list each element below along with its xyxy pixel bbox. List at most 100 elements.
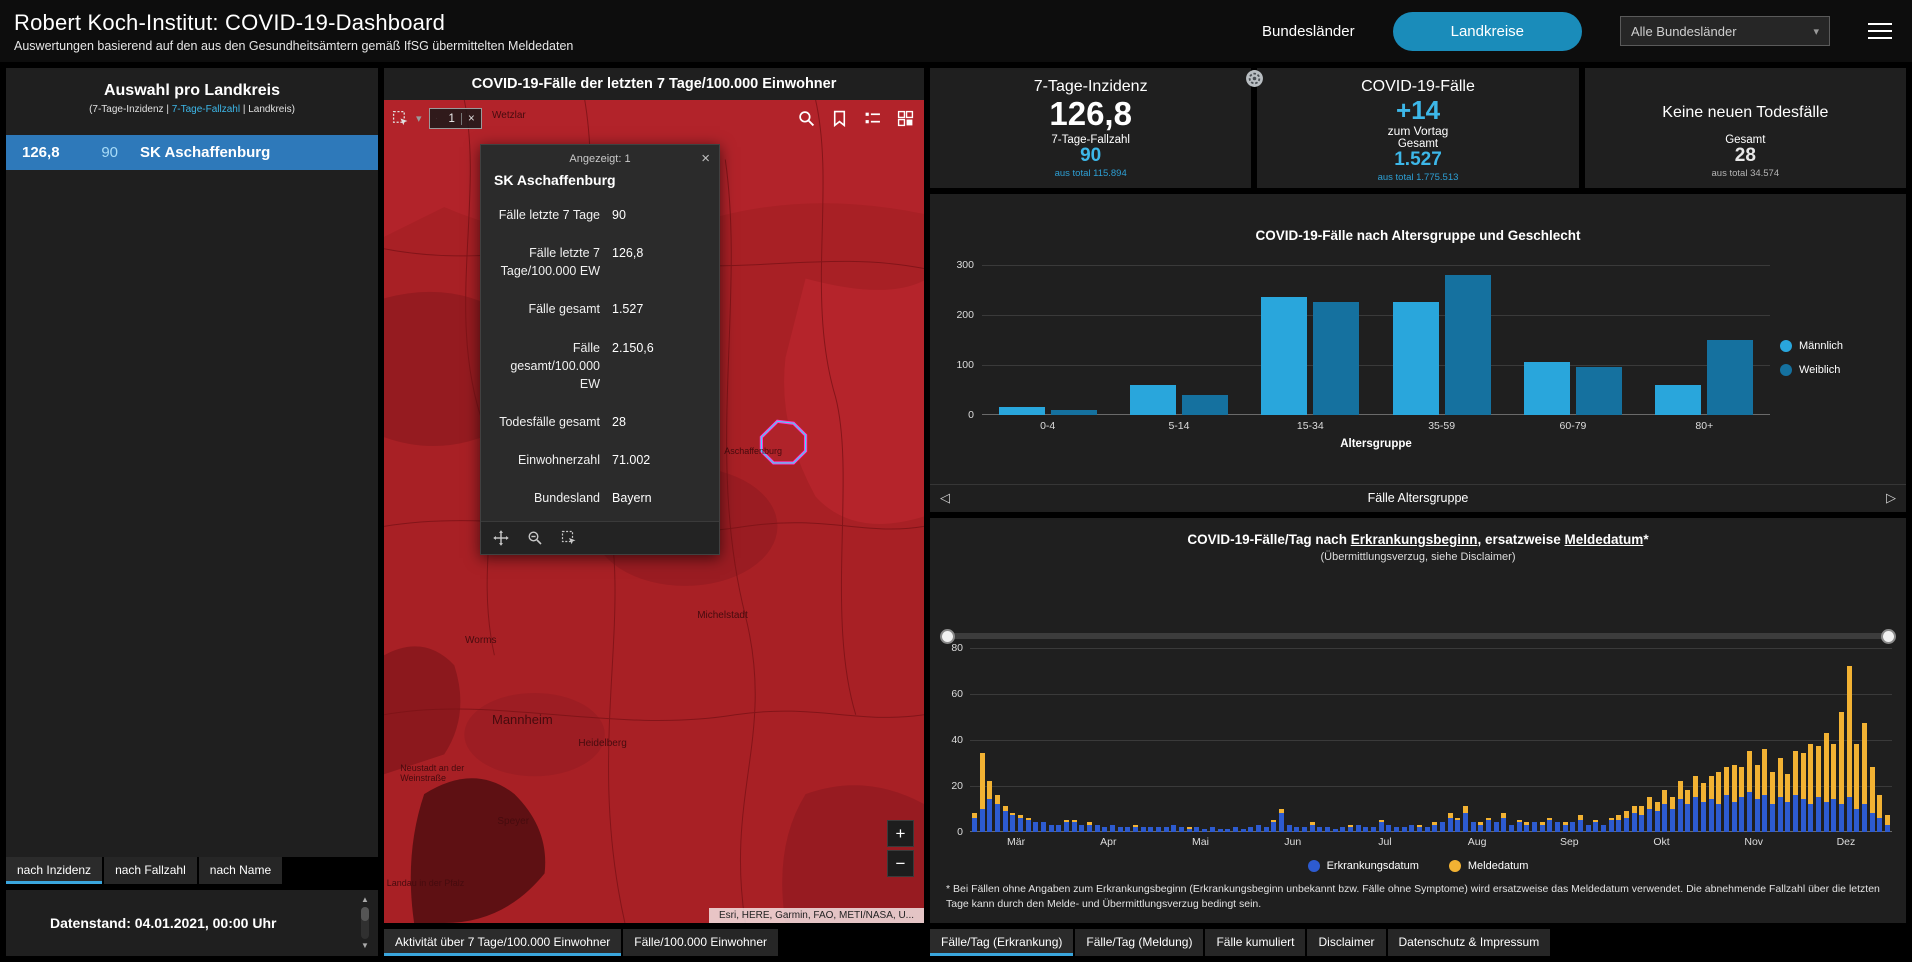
map-canvas[interactable]: ▾ 1 ×	[384, 100, 924, 923]
popup-field-value: 126,8	[612, 244, 709, 280]
meldedatum-segment	[1739, 767, 1744, 797]
time-bar	[1064, 820, 1069, 831]
time-bar	[1555, 822, 1560, 831]
erkrankungsdatum-segment	[1808, 804, 1813, 832]
meldedatum-segment	[1639, 806, 1644, 815]
tab-fälle-tag-erkrankung[interactable]: Fälle/Tag (Erkrankung)	[930, 929, 1073, 956]
pan-icon[interactable]	[493, 530, 509, 546]
erkrankungsdatum-segment	[1310, 825, 1315, 832]
gear-icon[interactable]	[1245, 69, 1264, 88]
tab-datenschutz-impressum[interactable]: Datenschutz & Impressum	[1388, 929, 1551, 956]
stat-footnote: aus total 1.775.513	[1378, 172, 1459, 183]
meldedatum-segment	[1716, 772, 1721, 804]
erkrankungsdatum-segment	[1271, 822, 1276, 831]
popup-field-row: Einwohnerzahl71.002	[491, 451, 709, 469]
scroll-up-icon[interactable]: ▲	[361, 895, 369, 905]
erkrankungsdatum-segment	[1110, 825, 1115, 832]
age-ytick-label: 100	[956, 359, 974, 371]
app-title: Robert Koch-Institut: COVID-19-Dashboard	[14, 10, 573, 36]
clear-selection-icon[interactable]: ×	[461, 113, 481, 125]
time-bar	[1762, 749, 1767, 832]
erkrankungsdatum-segment	[1685, 804, 1690, 832]
zoom-in-button[interactable]: +	[887, 820, 914, 847]
age-category-label: 35-59	[1393, 420, 1491, 432]
erkrankungsdatum-segment	[1056, 825, 1061, 832]
slider-handle-left[interactable]	[940, 629, 955, 644]
time-bar	[1478, 822, 1483, 831]
search-icon[interactable]	[798, 110, 815, 127]
zoom-out-button[interactable]: −	[887, 850, 914, 877]
bundeslaender-link[interactable]: Bundesländer	[1262, 23, 1355, 40]
time-bar	[1164, 827, 1169, 832]
age-chart-panel: COVID-19-Fälle nach Altersgruppe und Ges…	[930, 194, 1906, 512]
time-bar	[1678, 781, 1683, 832]
age-xlabels: 0-45-1415-3435-5960-7980+	[982, 420, 1770, 432]
meldedatum-segment	[1662, 790, 1667, 804]
tab-fälle-tag-meldung[interactable]: Fälle/Tag (Meldung)	[1075, 929, 1203, 956]
header-titles: Robert Koch-Institut: COVID-19-Dashboard…	[14, 10, 573, 53]
tab-fälle-kumuliert[interactable]: Fälle kumuliert	[1205, 929, 1305, 956]
landkreise-button[interactable]: Landkreise	[1393, 12, 1582, 51]
tab-disclaimer[interactable]: Disclaimer	[1307, 929, 1385, 956]
next-chart-icon[interactable]: ▷	[1886, 490, 1896, 506]
time-title-link-meldedatum[interactable]: Meldedatum	[1565, 532, 1644, 547]
age-bar-weiblich	[1707, 340, 1753, 415]
time-title-link-erkrankungsbeginn[interactable]: Erkrankungsbeginn	[1351, 532, 1478, 547]
erkrankungsdatum-segment	[1210, 827, 1215, 832]
erkrankungsdatum-segment	[1156, 827, 1161, 832]
legend-list-icon[interactable]	[864, 110, 881, 127]
zoom-out-icon[interactable]	[527, 530, 543, 546]
time-bar	[1563, 822, 1568, 831]
erkrankungsdatum-segment	[1003, 811, 1008, 832]
stat-title: COVID-19-Fälle	[1361, 78, 1475, 96]
time-range-slider[interactable]	[943, 629, 1893, 644]
time-bar	[1670, 797, 1675, 832]
popup-feature-title: SK Aschaffenburg	[481, 169, 719, 198]
tool-caret-icon[interactable]: ▾	[416, 112, 422, 125]
select-features-icon[interactable]	[561, 530, 577, 546]
scrollbar-thumb[interactable]	[361, 907, 369, 921]
erkrankungsdatum-segment	[1870, 813, 1875, 831]
basemap-grid-icon[interactable]	[897, 110, 914, 127]
erkrankungsdatum-segment	[1371, 827, 1376, 832]
scroll-down-icon[interactable]: ▼	[361, 941, 369, 951]
hamburger-menu-icon[interactable]	[1868, 23, 1892, 39]
tab-nach-inzidenz[interactable]: nach Inzidenz	[6, 857, 102, 884]
bookmark-icon[interactable]	[831, 110, 848, 127]
meldedatum-segment	[1647, 797, 1652, 809]
tab-fälle-100-000-einwohner[interactable]: Fälle/100.000 Einwohner	[623, 929, 778, 956]
footer-tabbar: Fälle/Tag (Erkrankung)Fälle/Tag (Meldung…	[930, 929, 1906, 956]
close-icon[interactable]: ×	[701, 150, 710, 167]
legend-item-erkrankungsdatum: Erkrankungsdatum	[1308, 860, 1419, 872]
map-popup: Angezeigt: 1 × SK Aschaffenburg Fälle le…	[480, 144, 720, 555]
landkreis-list-item-selected[interactable]: 126,8 90 SK Aschaffenburg	[6, 135, 378, 170]
slider-track[interactable]	[943, 633, 1893, 639]
erkrankungsdatum-segment	[1555, 822, 1560, 831]
select-tool-icon[interactable]	[392, 110, 409, 127]
scrollbar-track[interactable]	[361, 907, 369, 939]
prev-chart-icon[interactable]: ◁	[940, 490, 950, 506]
time-chart-panel: COVID-19-Fälle/Tag nach Erkrankungsbegin…	[930, 518, 1906, 923]
tab-nach-fallzahl[interactable]: nach Fallzahl	[104, 857, 197, 884]
time-bar	[1241, 829, 1246, 831]
erkrankungsdatum-segment	[1532, 822, 1537, 831]
tab-nach-name[interactable]: nach Name	[199, 857, 282, 884]
time-bar	[1194, 827, 1199, 832]
time-bar	[1394, 827, 1399, 832]
region-select[interactable]: Alle Bundesländer ▾	[1620, 16, 1830, 46]
age-plot-groups	[982, 265, 1770, 415]
erkrankungsdatum-segment	[1248, 827, 1253, 832]
time-bar	[1747, 751, 1752, 831]
age-bar-männlich	[1655, 385, 1701, 415]
slider-handle-right[interactable]	[1881, 629, 1896, 644]
tab-aktivität-über-7-tage-100-000-einwohner[interactable]: Aktivität über 7 Tage/100.000 Einwohner	[384, 929, 621, 956]
time-bar	[1095, 825, 1100, 832]
datenstand-scrollbar[interactable]: ▲ ▼	[357, 895, 373, 951]
app-subtitle: Auswertungen basierend auf den aus den G…	[14, 39, 573, 53]
time-legend: ErkrankungsdatumMeldedatum	[930, 848, 1906, 880]
time-bar	[1041, 822, 1046, 831]
time-bar	[1118, 827, 1123, 832]
time-bar	[1294, 827, 1299, 832]
time-month-label: Sep	[1523, 836, 1615, 848]
erkrankungsdatum-segment	[1018, 818, 1023, 832]
